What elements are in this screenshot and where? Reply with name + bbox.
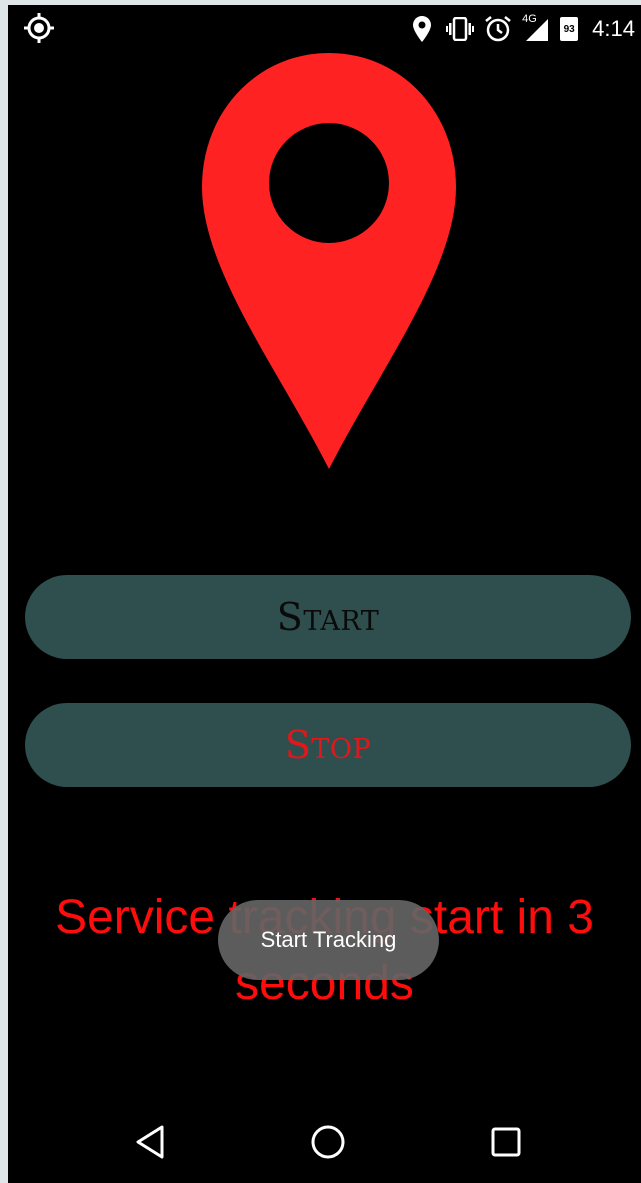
toast-text: Start Tracking bbox=[260, 927, 397, 952]
clock: 4:14 bbox=[592, 16, 635, 41]
battery-icon: 93 bbox=[560, 17, 579, 41]
home-icon bbox=[311, 1125, 345, 1159]
location-pin-graphic bbox=[198, 49, 460, 474]
status-icons: 4G 93 4:14 bbox=[408, 11, 635, 47]
start-button[interactable]: Start bbox=[25, 575, 631, 659]
app-screen: 4G 93 4:14 Start Stop Service tracking s… bbox=[8, 5, 641, 1183]
recents-icon bbox=[491, 1127, 521, 1157]
battery-level: 93 bbox=[563, 23, 575, 35]
network-type: 4G bbox=[522, 13, 537, 25]
location-pin-icon bbox=[408, 15, 436, 43]
back-icon bbox=[136, 1125, 164, 1159]
status-bar: 4G 93 4:14 bbox=[8, 5, 641, 53]
toast-message: Start Tracking bbox=[218, 900, 439, 980]
vibrate-icon bbox=[446, 15, 475, 43]
stop-button[interactable]: Stop bbox=[25, 703, 631, 787]
alarm-icon bbox=[484, 15, 512, 43]
left-frame-edge bbox=[0, 0, 8, 1183]
location-target-icon bbox=[24, 13, 54, 43]
back-button[interactable] bbox=[130, 1122, 170, 1162]
start-button-label: Start bbox=[276, 595, 380, 639]
signal-icon: 4G bbox=[522, 13, 550, 43]
navigation-bar bbox=[8, 1100, 641, 1183]
recents-button[interactable] bbox=[486, 1122, 526, 1162]
stop-button-label: Stop bbox=[284, 723, 372, 767]
home-button[interactable] bbox=[308, 1122, 348, 1162]
